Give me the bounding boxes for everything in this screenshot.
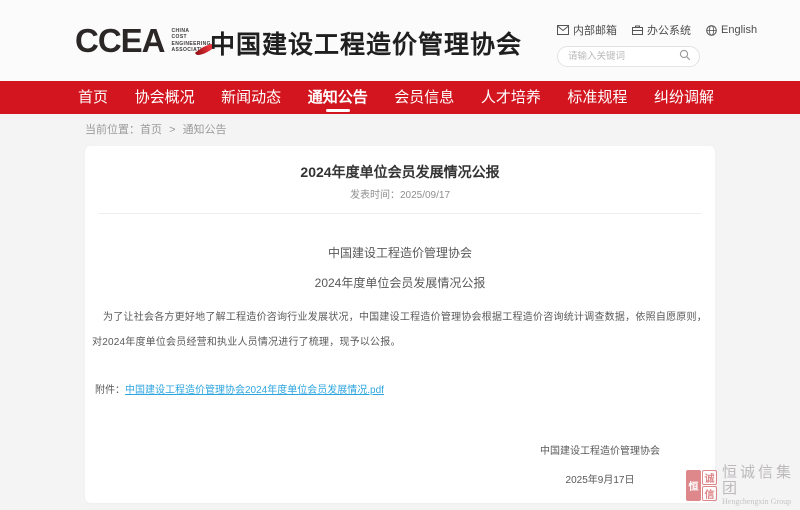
publish-date: 发表时间：2025/09/17 bbox=[85, 191, 715, 201]
quick-link-internal-mail[interactable]: 内部邮箱 bbox=[557, 22, 617, 38]
quick-link-english[interactable]: English bbox=[706, 24, 757, 36]
watermark-name-cn: 恒诚信集团 bbox=[722, 465, 800, 497]
nav-item-label: 首页 bbox=[78, 89, 108, 106]
title-divider bbox=[99, 213, 701, 214]
nav-item-label: 新闻动态 bbox=[221, 89, 281, 106]
attachment-row: 附件：中国建设工程造价管理协会2024年度单位会员发展情况.pdf bbox=[95, 381, 715, 396]
search-icon[interactable] bbox=[679, 48, 691, 66]
signature-block: 中国建设工程造价管理协会 2025年9月17日 bbox=[540, 442, 660, 486]
nav-item-label: 会员信息 bbox=[394, 89, 454, 106]
watermark-name-en: Hengchengxin Group bbox=[722, 497, 800, 506]
nav-item[interactable]: 人才培养 bbox=[481, 81, 541, 114]
logo-acronym: CCEA bbox=[75, 24, 165, 57]
hengchengxin-watermark: 恒 诚 信 恒诚信集团 Hengchengxin Group bbox=[686, 465, 800, 506]
nav-item[interactable]: 协会概况 bbox=[135, 81, 195, 114]
quick-link-office-system[interactable]: 办公系统 bbox=[632, 22, 691, 38]
globe-icon bbox=[706, 25, 717, 36]
attachment-link[interactable]: 中国建设工程造价管理协会2024年度单位会员发展情况.pdf bbox=[125, 385, 384, 396]
mail-icon bbox=[557, 25, 569, 35]
nav-item[interactable]: 标准规程 bbox=[567, 81, 627, 114]
main-nav: 首页 协会概况 新闻动态 通知公告 会员信息 人才培养 标准规程 纠纷调解 bbox=[0, 81, 800, 114]
signature-date: 2025年9月17日 bbox=[540, 471, 660, 486]
nav-item-label: 通知公告 bbox=[308, 89, 368, 106]
nav-item-label: 人才培养 bbox=[481, 89, 541, 106]
attachment-label: 附件： bbox=[95, 385, 125, 396]
article-card: 2024年度单位会员发展情况公报 发表时间：2025/09/17 中国建设工程造… bbox=[85, 146, 715, 503]
article-title: 2024年度单位会员发展情况公报 bbox=[85, 164, 715, 180]
nav-item[interactable]: 新闻动态 bbox=[221, 81, 281, 114]
page: CCEA CHINACOSTENGINEERINGASSOCIATION 中国建… bbox=[0, 0, 800, 510]
document-heading-org: 中国建设工程造价管理协会 bbox=[85, 246, 715, 260]
search-box bbox=[557, 46, 700, 67]
site-header: CCEA CHINACOSTENGINEERINGASSOCIATION 中国建… bbox=[0, 0, 800, 81]
breadcrumb-prefix: 当前位置： bbox=[85, 124, 140, 136]
breadcrumb-current-link[interactable]: 通知公告 bbox=[183, 124, 227, 136]
quick-link-label: 办公系统 bbox=[647, 22, 691, 38]
quick-link-label: 内部邮箱 bbox=[573, 22, 617, 38]
briefcase-icon bbox=[632, 25, 643, 35]
nav-item[interactable]: 纠纷调解 bbox=[654, 81, 714, 114]
nav-item[interactable]: 通知公告 bbox=[308, 81, 368, 114]
nav-item[interactable]: 会员信息 bbox=[394, 81, 454, 114]
breadcrumb-home-link[interactable]: 首页 bbox=[140, 124, 162, 136]
nav-item[interactable]: 首页 bbox=[78, 81, 108, 114]
breadcrumb: 当前位置：首页 > 通知公告 bbox=[85, 114, 227, 146]
search-input[interactable] bbox=[568, 51, 679, 62]
quick-link-label: English bbox=[721, 24, 757, 36]
quick-links: 内部邮箱 办公系统 English bbox=[557, 22, 757, 38]
nav-item-label: 标准规程 bbox=[567, 89, 627, 106]
signature-org: 中国建设工程造价管理协会 bbox=[540, 442, 660, 457]
nav-item-label: 协会概况 bbox=[135, 89, 195, 106]
hengchengxin-logo-icon: 恒 诚 信 bbox=[686, 470, 717, 501]
document-heading-title: 2024年度单位会员发展情况公报 bbox=[85, 276, 715, 290]
site-logo[interactable]: CCEA CHINACOSTENGINEERINGASSOCIATION bbox=[75, 24, 211, 57]
site-title: 中国建设工程造价管理协会 bbox=[210, 25, 522, 61]
breadcrumb-separator: > bbox=[169, 124, 175, 136]
document-paragraph: 为了让社会各方更好地了解工程造价咨询行业发展状况，中国建设工程造价管理协会根据工… bbox=[92, 305, 707, 355]
nav-item-label: 纠纷调解 bbox=[654, 89, 714, 106]
